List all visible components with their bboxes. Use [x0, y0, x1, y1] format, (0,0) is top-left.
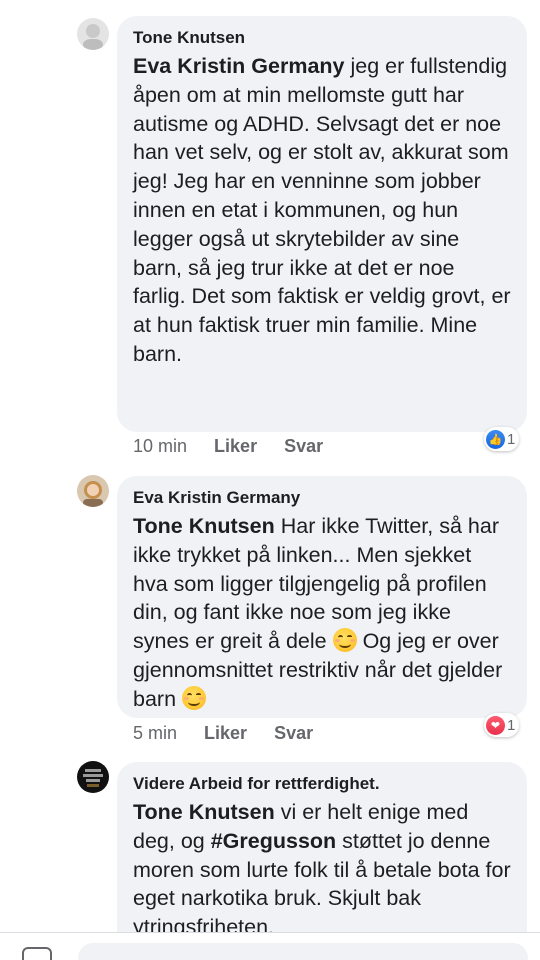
mention-link[interactable]: Tone Knutsen: [133, 514, 275, 538]
hashtag-link[interactable]: #Gregusson: [211, 829, 336, 853]
comment-actions: 5 min Liker Svar: [133, 723, 335, 744]
comment-text: Eva Kristin Germany jeg er fullstendig å…: [133, 52, 511, 369]
like-button[interactable]: Liker: [204, 723, 247, 743]
reaction-summary[interactable]: ❤ 1: [484, 713, 520, 737]
comment-time[interactable]: 5 min: [133, 723, 177, 743]
reaction-summary[interactable]: 👍 1: [484, 427, 520, 451]
avatar[interactable]: [77, 761, 109, 793]
comment-input[interactable]: [78, 943, 528, 960]
avatar[interactable]: [77, 18, 109, 50]
reaction-count: 1: [507, 716, 516, 734]
comment-bubble: Videre Arbeid for rettferdighet. Tone Kn…: [117, 762, 527, 952]
camera-icon[interactable]: [22, 947, 52, 960]
comment-text: Tone Knutsen vi er helt enige med deg, o…: [133, 798, 511, 942]
smiling-face-icon: [332, 628, 357, 653]
comment-author[interactable]: Videre Arbeid for rettferdighet.: [133, 773, 511, 795]
reaction-count: 1: [507, 430, 516, 448]
thumbs-up-icon: 👍: [486, 429, 505, 449]
heart-icon: ❤: [486, 715, 505, 735]
reply-button[interactable]: Svar: [274, 723, 313, 743]
comment-author[interactable]: Tone Knutsen: [133, 27, 511, 49]
comment-bubble: Tone Knutsen Eva Kristin Germany jeg er …: [117, 16, 527, 432]
comment-author[interactable]: Eva Kristin Germany: [133, 487, 511, 509]
comment-actions: 10 min Liker Svar: [133, 436, 345, 457]
reply-button[interactable]: Svar: [284, 436, 323, 456]
avatar[interactable]: [77, 475, 109, 507]
comment-time[interactable]: 10 min: [133, 436, 187, 456]
comment-text: Tone Knutsen Har ikke Twitter, så har ik…: [133, 512, 511, 714]
mention-link[interactable]: Tone Knutsen: [133, 800, 275, 824]
comment-bubble: Eva Kristin Germany Tone Knutsen Har ikk…: [117, 476, 527, 718]
like-button[interactable]: Liker: [214, 436, 257, 456]
mention-link[interactable]: Eva Kristin Germany: [133, 54, 345, 78]
comment-composer-bar: [0, 932, 540, 960]
comment-body: jeg er fullstendig åpen om at min mellom…: [133, 54, 511, 366]
smiling-face-icon: [182, 685, 207, 710]
